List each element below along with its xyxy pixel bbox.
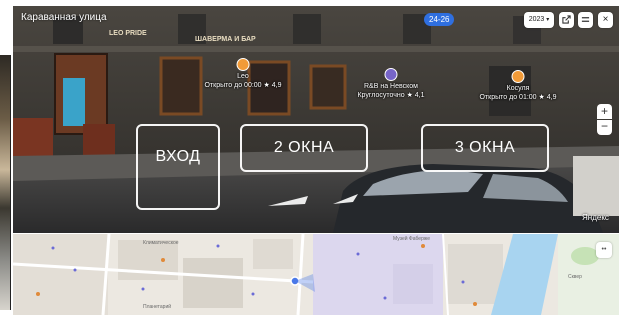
storefront-sign-shawarma: ШАВЕРМА И БАР: [195, 36, 256, 43]
poi-rating: ★ 4,9: [263, 82, 282, 89]
year-select[interactable]: 2023 ▾: [524, 12, 554, 28]
map-label-faberge-museum: Музей Фаберже: [393, 236, 430, 242]
share-button[interactable]: [559, 12, 574, 28]
yandex-attribution: Яндекс: [582, 213, 609, 222]
poi-name: R&B на Невском: [364, 83, 418, 90]
poi-marker-rnb[interactable]: R&B на Невском Круглосуточно ★ 4,1: [357, 68, 425, 100]
map-toggle-button[interactable]: ••: [596, 242, 612, 258]
poi-marker-leo[interactable]: Leo Открыто до 00:00 ★ 4,9: [204, 58, 282, 90]
menu-icon: [581, 17, 590, 22]
poi-hours: Открыто до 00:00: [204, 82, 262, 89]
menu-button[interactable]: [578, 12, 593, 28]
poi-rating: ★ 4,9: [538, 94, 557, 101]
zoom-out-button[interactable]: −: [597, 120, 612, 135]
overlay-box-two-windows: 2 ОКНА: [240, 124, 368, 172]
chevron-down-icon: ▾: [546, 17, 550, 23]
map-label-square: Сквер: [568, 274, 582, 280]
restaurant-icon: [511, 70, 525, 83]
map-canvas: [13, 234, 619, 315]
share-icon: [562, 15, 571, 24]
adjacent-photo-strip: [0, 55, 11, 310]
overlay-box-entrance: ВХОД: [136, 124, 220, 210]
close-icon: ×: [602, 14, 609, 25]
close-button[interactable]: ×: [598, 12, 613, 28]
street-name: Караванная улица: [21, 12, 107, 23]
poi-name: Косуля: [506, 85, 530, 92]
map-label-climate: Климатическое: [143, 240, 179, 246]
poi-marker-kosulya[interactable]: Косуля Открыто до 01:00 ★ 4,9: [479, 70, 557, 102]
overlay-box-three-windows: 3 ОКНА: [421, 124, 549, 172]
street-panorama[interactable]: Караванная улица 24-26 2023 ▾ × + − LEO P…: [13, 6, 619, 233]
map-label-planetarium: Планетарий: [143, 304, 172, 310]
zoom-in-button[interactable]: +: [597, 104, 612, 119]
time-badge[interactable]: 24-26: [424, 13, 455, 26]
poi-hours: Открыто до 01:00: [479, 94, 537, 101]
storefront-sign-leo-pride: LEO PRIDE: [109, 30, 147, 37]
mini-map[interactable]: Климатическое Планетарий Музей Фаберже С…: [13, 234, 619, 315]
year-select-value: 2023: [528, 16, 545, 23]
poi-rating: ★ 4,1: [406, 92, 425, 99]
panorama-scene: [13, 6, 619, 233]
poi-name: Leo: [237, 73, 249, 80]
restaurant-icon: [236, 58, 250, 71]
poi-hours: Круглосуточно: [357, 92, 405, 99]
bar-icon: [384, 68, 398, 81]
